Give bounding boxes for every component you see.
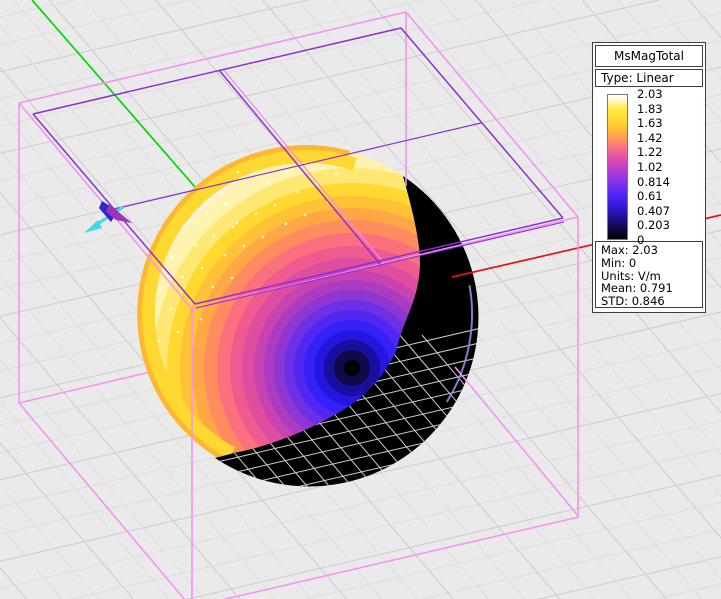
colorbar-tick-labels: 2.03 1.83 1.63 1.42 1.22 1.02 0.814 0.61 0.407 0.… xyxy=(637,88,670,246)
colorbar-tick-label: 1.42 xyxy=(637,132,670,144)
legend-title: MsMagTotal xyxy=(595,45,703,67)
colorbar-tick-label: 0.407 xyxy=(637,205,670,217)
colorbar-tick-label: 1.22 xyxy=(637,146,670,158)
stat-line: STD: 0.846 xyxy=(601,295,702,308)
colorbar-tick-label: 1.83 xyxy=(637,103,670,115)
results-legend: MsMagTotal Type: Linear 2.03 1.83 1.63 1.42… xyxy=(592,42,706,313)
colorbar-gradient xyxy=(607,94,628,240)
colorbar-tick-label: 1.63 xyxy=(637,117,670,129)
colorbar: 2.03 1.83 1.63 1.42 1.22 1.02 0.814 0.61 0.407 0.… xyxy=(595,89,703,241)
simulation-viewport: MsMagTotal Type: Linear 2.03 1.83 1.63 1.42… xyxy=(0,0,721,599)
colorbar-tick-label: 0.61 xyxy=(637,190,670,202)
colorbar-tick-label: 0.814 xyxy=(637,176,670,188)
colorbar-tick-label: 1.02 xyxy=(637,161,670,173)
stat-line: Min: 0 xyxy=(601,257,702,270)
legend-stats: Max: 2.03Min: 0Units: V/mMean: 0.791STD:… xyxy=(595,241,703,308)
colorbar-tick-label: 0 xyxy=(637,234,670,246)
legend-type-label: Type: Linear xyxy=(595,69,703,87)
colorbar-tick-label: 2.03 xyxy=(637,88,670,100)
colorbar-tick-label: 0.203 xyxy=(637,219,670,231)
